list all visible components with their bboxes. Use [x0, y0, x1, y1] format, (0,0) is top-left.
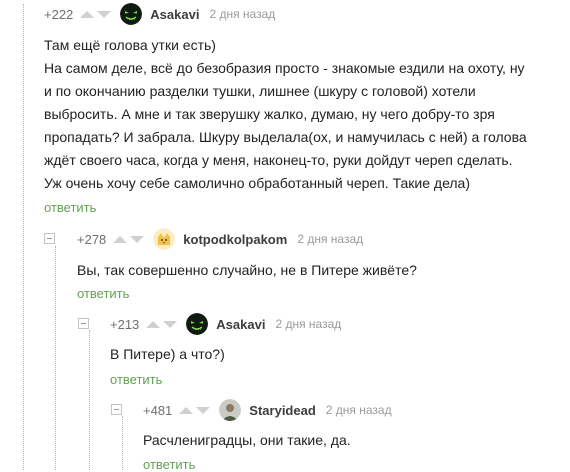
avatar[interactable] — [153, 228, 176, 250]
collapse-icon[interactable] — [111, 404, 122, 415]
arrow-down-icon — [130, 235, 145, 243]
thread-line-level-2 — [89, 330, 90, 470]
comment-line: ждёт своего часа, когда у меня, наконец-… — [44, 152, 513, 168]
comment-header: +222 Asakavi 2 дня назад — [44, 3, 275, 25]
avatar[interactable] — [219, 399, 242, 421]
arrow-up-icon — [80, 10, 95, 18]
upvote-button[interactable] — [178, 403, 194, 417]
timestamp[interactable]: 2 дня назад — [275, 317, 341, 331]
comment-line: Там ещё голова утки есть) — [44, 37, 216, 53]
comment-line: Вы, так совершенно случайно, не в Питере… — [77, 262, 417, 278]
reply-link[interactable]: ответить — [44, 200, 96, 215]
comment-line: пропадать? И забрала. Шкуру выделала(ох,… — [44, 129, 527, 145]
author-name[interactable]: kotpodkolpakom — [183, 232, 287, 247]
arrow-down-icon — [163, 320, 178, 328]
upvote-button[interactable] — [112, 232, 128, 246]
author-name[interactable]: Asakavi — [216, 317, 265, 332]
comment-text: Расчлениградцы, они такие, да. — [143, 429, 351, 452]
rating: +213 — [110, 316, 140, 332]
upvote-button[interactable] — [79, 7, 95, 21]
downvote-button[interactable] — [195, 403, 211, 417]
upvote-button[interactable] — [145, 317, 161, 331]
thread-line-level-3 — [122, 416, 123, 470]
arrow-up-icon — [113, 235, 128, 243]
arrow-down-icon — [196, 406, 211, 414]
thread-line-level-0 — [23, 4, 24, 470]
timestamp[interactable]: 2 дня назад — [209, 7, 275, 21]
comment-line: выбросить. А мне и так зверушку жалко, д… — [44, 106, 495, 122]
arrow-up-icon — [146, 320, 161, 328]
avatar[interactable] — [186, 313, 209, 335]
comment-line: Расчлениградцы, они такие, да. — [143, 432, 351, 448]
comment-header: +213 Asakavi 2 дня назад — [110, 313, 341, 335]
comment-line: Уж очень хочу себе самолично обработанны… — [44, 175, 471, 191]
reply-link[interactable]: ответить — [110, 372, 162, 387]
downvote-button[interactable] — [162, 317, 178, 331]
timestamp[interactable]: 2 дня назад — [297, 232, 363, 246]
downvote-button[interactable] — [129, 232, 145, 246]
author-name[interactable]: Asakavi — [150, 7, 199, 22]
rating: +481 — [143, 402, 173, 418]
comment-line: и по окончанию разделки тушки, лишнее (ш… — [44, 83, 476, 99]
cat-avatar-icon — [153, 228, 176, 250]
collapse-icon[interactable] — [44, 233, 55, 244]
arrow-up-icon — [179, 406, 194, 414]
collapse-icon[interactable] — [78, 318, 89, 329]
timestamp[interactable]: 2 дня назад — [326, 403, 392, 417]
comment-text: Вы, так совершенно случайно, не в Питере… — [77, 259, 417, 282]
comment-text: Там ещё голова утки есть) На самом деле,… — [44, 34, 527, 195]
rating: +222 — [44, 6, 74, 22]
rating: +278 — [77, 231, 107, 247]
comment-text: В Питере) а что?) — [110, 343, 225, 366]
author-name[interactable]: Staryidead — [249, 403, 315, 418]
devil-face-avatar-icon — [186, 313, 209, 335]
portrait-avatar-icon — [219, 399, 242, 421]
downvote-button[interactable] — [96, 7, 112, 21]
reply-link[interactable]: ответить — [77, 286, 129, 301]
thread-line-level-1 — [55, 246, 56, 470]
comment-line: В Питере) а что?) — [110, 346, 225, 362]
comment-header: +278 kotpodkolpakom 2 дня назад — [77, 228, 363, 250]
avatar[interactable] — [120, 3, 143, 25]
comment-line: На самом деле, всё до безобразия просто … — [44, 60, 525, 76]
arrow-down-icon — [97, 10, 112, 18]
comment-header: +481 Staryidead 2 дня назад — [143, 399, 392, 421]
devil-face-avatar-icon — [120, 3, 143, 25]
